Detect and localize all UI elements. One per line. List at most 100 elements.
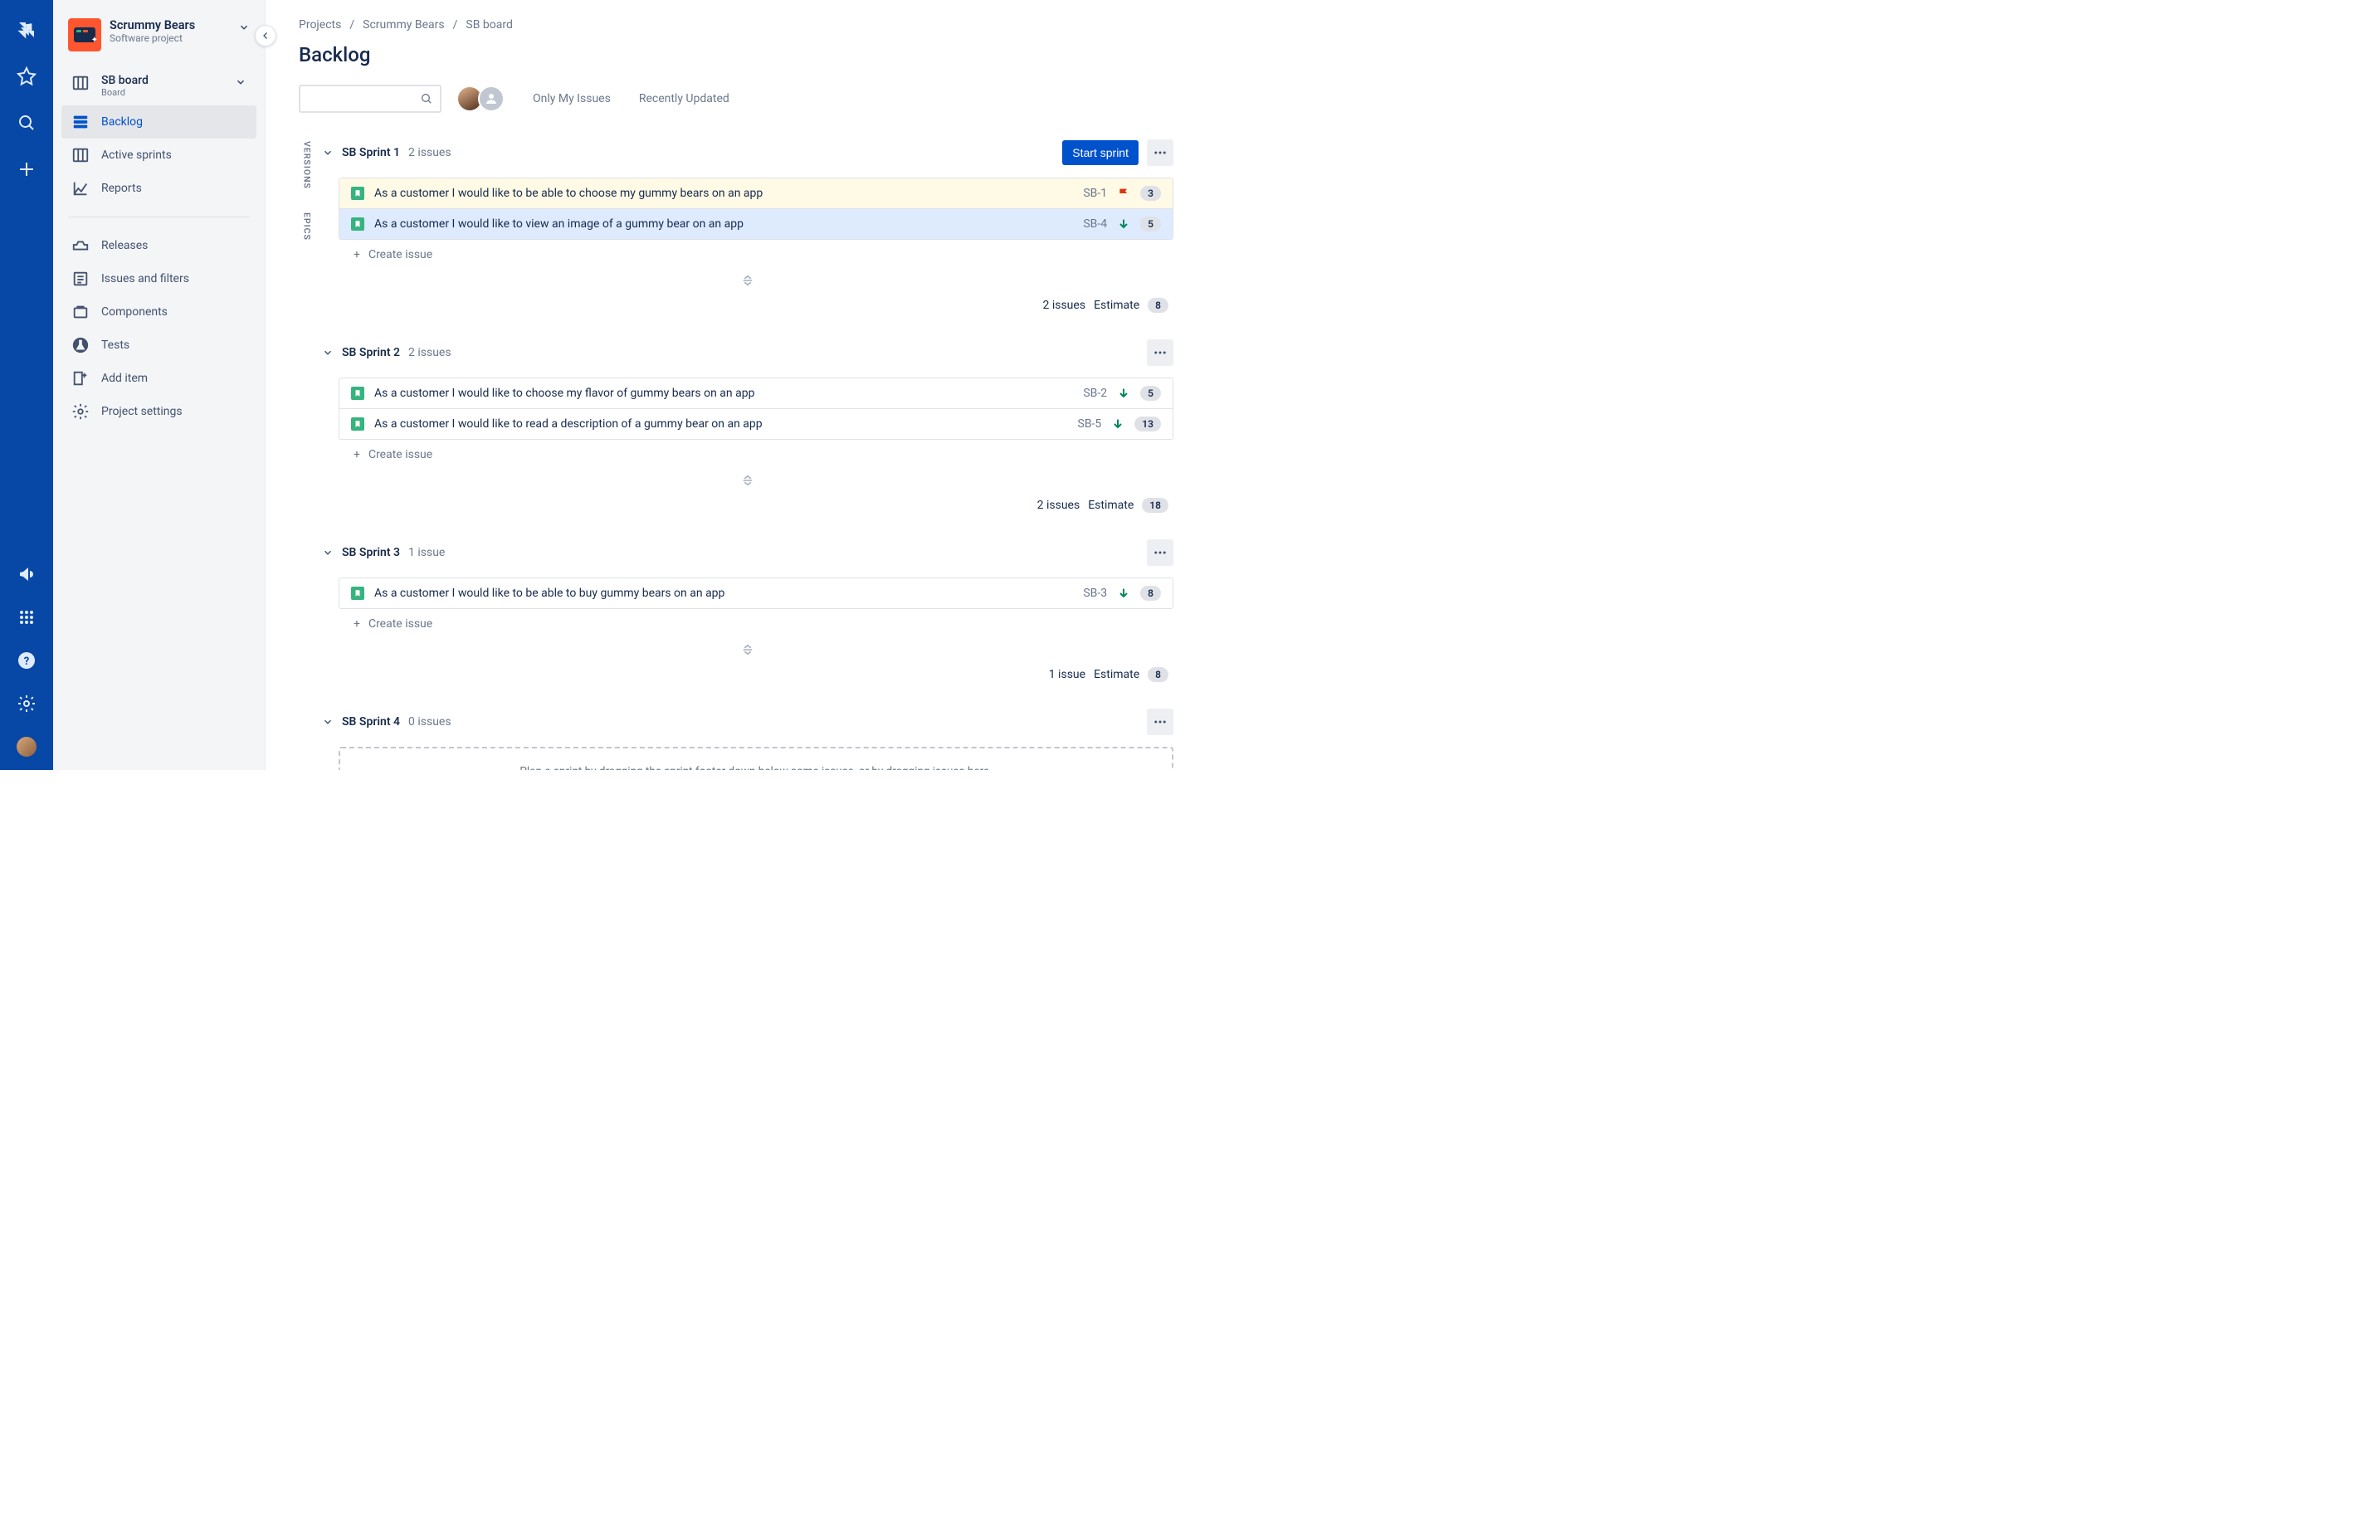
breadcrumb-project[interactable]: Scrummy Bears — [363, 18, 445, 32]
sidebar-item-reports[interactable]: Reports — [61, 172, 256, 205]
issue-key[interactable]: SB-1 — [1083, 187, 1107, 200]
filter-recently-updated[interactable]: Recently Updated — [639, 92, 729, 105]
project-switcher[interactable]: ✦ Scrummy Bears Software project — [61, 18, 256, 65]
chevron-down-icon — [322, 147, 334, 158]
sprint-block: SB Sprint 4 0 issues Plan a sprint by dr… — [322, 704, 1173, 770]
empty-sprint-dropzone[interactable]: Plan a sprint by dragging the sprint foo… — [339, 747, 1173, 770]
chevron-down-icon — [322, 716, 334, 728]
sidebar-item-label: Tests — [101, 339, 129, 352]
issue-row[interactable]: As a customer I would like to be able to… — [339, 178, 1173, 209]
sprint-header[interactable]: SB Sprint 1 2 issues Start sprint — [322, 134, 1173, 171]
issue-row[interactable]: As a customer I would like to read a des… — [339, 409, 1173, 439]
estimate-label: Estimate — [1094, 668, 1139, 681]
issue-summary: As a customer I would like to be able to… — [374, 187, 1073, 200]
avatar-unassigned[interactable] — [478, 85, 505, 112]
board-icon — [71, 74, 90, 92]
issue-key[interactable]: SB-3 — [1083, 587, 1107, 600]
issue-row[interactable]: As a customer I would like to choose my … — [339, 378, 1173, 409]
search-input[interactable] — [299, 85, 441, 113]
sidebar-item-add-item[interactable]: Add item — [61, 362, 256, 395]
plus-icon: + — [354, 617, 360, 631]
tab-epics[interactable]: EPICS — [300, 209, 315, 244]
issue-summary: As a customer I would like to read a des… — [374, 417, 1068, 431]
issue-summary: As a customer I would like to be able to… — [374, 587, 1073, 600]
jira-icon[interactable] — [17, 20, 37, 43]
sprint-more-button[interactable] — [1147, 339, 1173, 366]
issue-summary: As a customer I would like to choose my … — [374, 387, 1073, 400]
story-points-badge: 13 — [1134, 417, 1161, 431]
sidebar-item-active-sprints[interactable]: Active sprints — [61, 139, 256, 172]
sidebar-item-releases[interactable]: Releases — [61, 229, 256, 262]
breadcrumb-board[interactable]: SB board — [466, 18, 512, 32]
issue-row[interactable]: As a customer I would like to view an im… — [339, 209, 1173, 239]
sprint-drag-handle[interactable] — [322, 473, 1173, 488]
story-points-badge: 3 — [1140, 186, 1161, 201]
sprint-name: SB Sprint 3 — [342, 546, 400, 559]
issue-summary: As a customer I would like to view an im… — [374, 217, 1073, 231]
board-name: SB board — [101, 74, 149, 87]
sidebar-item-issues-filters[interactable]: Issues and filters — [61, 262, 256, 295]
help-icon[interactable]: ? — [17, 651, 37, 674]
create-issue-link[interactable]: + Create issue — [322, 240, 1173, 270]
sidebar-item-label: Active sprints — [101, 149, 172, 162]
chevron-down-icon — [238, 18, 250, 37]
filter-only-my-issues[interactable]: Only My Issues — [533, 92, 611, 105]
issue-key[interactable]: SB-4 — [1083, 217, 1107, 231]
plus-icon: + — [354, 248, 360, 261]
tab-versions[interactable]: VERSIONS — [300, 138, 315, 192]
create-issue-link[interactable]: +Create issue — [322, 440, 1173, 470]
sprint-more-button[interactable] — [1147, 139, 1173, 166]
story-icon — [351, 587, 364, 600]
plus-icon[interactable] — [17, 159, 37, 183]
sidebar-item-label: Issues and filters — [101, 272, 189, 285]
sidebar-item-components[interactable]: Components — [61, 295, 256, 329]
sidebar-item-label: Releases — [101, 239, 148, 252]
sprint-header[interactable]: SB Sprint 2 2 issues — [322, 334, 1173, 371]
user-avatar[interactable] — [17, 737, 37, 757]
footer-issue-count: 2 issues — [1037, 499, 1080, 512]
sprint-name: SB Sprint 4 — [342, 715, 400, 729]
start-sprint-button[interactable]: Start sprint — [1062, 140, 1139, 165]
issue-key[interactable]: SB-2 — [1083, 387, 1107, 400]
star-icon[interactable] — [17, 66, 37, 90]
settings-icon[interactable] — [17, 694, 37, 717]
story-points-badge: 8 — [1140, 586, 1161, 601]
create-issue-label: Create issue — [368, 248, 432, 261]
sidebar-item-tests[interactable]: Tests — [61, 329, 256, 362]
sidebar-item-label: Project settings — [101, 405, 183, 418]
add-item-icon — [71, 369, 90, 387]
sprint-drag-handle[interactable] — [322, 273, 1173, 288]
issue-key[interactable]: SB-5 — [1078, 417, 1102, 431]
assignee-filter-avatars — [456, 85, 505, 112]
sprint-header[interactable]: SB Sprint 4 0 issues — [322, 704, 1173, 740]
sidebar-item-backlog[interactable]: Backlog — [61, 105, 256, 139]
sprint-header[interactable]: SB Sprint 3 1 issue — [322, 534, 1173, 571]
sidebar-item-project-settings[interactable]: Project settings — [61, 395, 256, 428]
horn-icon[interactable] — [17, 564, 37, 587]
story-icon — [351, 417, 364, 431]
apps-icon[interactable] — [17, 607, 37, 631]
flag-icon — [1117, 187, 1130, 200]
sprint-name: SB Sprint 1 — [342, 146, 400, 159]
chevron-down-icon — [235, 74, 246, 91]
sprint-more-button[interactable] — [1147, 539, 1173, 566]
create-issue-link[interactable]: +Create issue — [322, 609, 1173, 639]
board-switcher[interactable]: SB board Board — [61, 66, 256, 105]
breadcrumb-projects[interactable]: Projects — [299, 18, 341, 32]
estimate-badge: 18 — [1142, 498, 1168, 513]
story-points-badge: 5 — [1140, 217, 1161, 231]
estimate-label: Estimate — [1094, 299, 1139, 312]
story-icon — [351, 187, 364, 200]
global-nav: ? — [0, 0, 53, 770]
breadcrumb-separator: / — [453, 18, 458, 32]
search-icon[interactable] — [17, 113, 37, 136]
sprint-count: 2 issues — [408, 146, 451, 159]
sprint-more-button[interactable] — [1147, 709, 1173, 735]
releases-icon — [71, 236, 90, 255]
issues-icon — [71, 270, 90, 288]
issue-row[interactable]: As a customer I would like to be able to… — [339, 578, 1173, 608]
collapse-sidebar-button[interactable] — [255, 25, 276, 46]
project-sidebar: ✦ Scrummy Bears Software project SB boar… — [53, 0, 266, 770]
priority-low-icon — [1117, 217, 1130, 231]
sprint-drag-handle[interactable] — [322, 642, 1173, 657]
